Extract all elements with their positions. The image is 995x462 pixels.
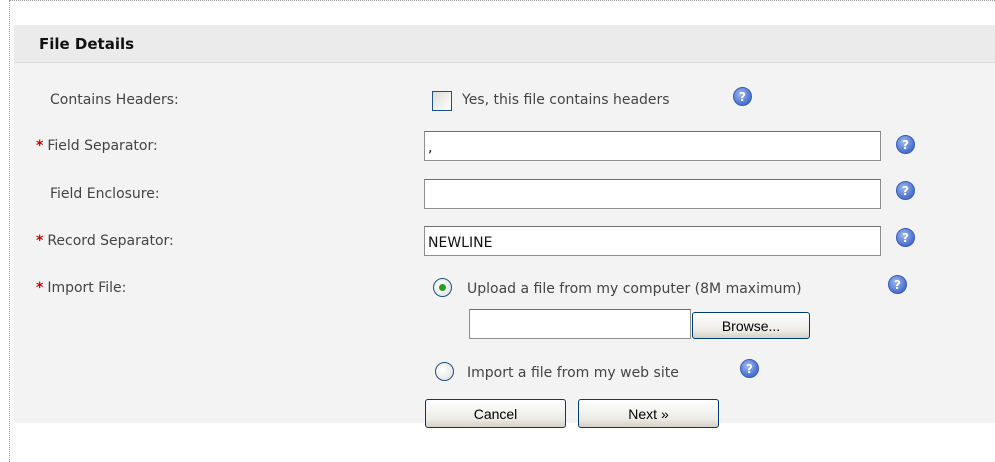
next-button[interactable]: Next » [578, 399, 719, 428]
field-enclosure-input[interactable] [424, 179, 881, 209]
help-icon[interactable]: ? [740, 359, 759, 378]
help-icon[interactable]: ? [896, 135, 915, 154]
browse-button[interactable]: Browse... [692, 312, 810, 339]
import-file-label-text: Import File: [47, 280, 127, 296]
import-file-label: * Import File: [36, 280, 126, 296]
file-path-input[interactable] [469, 309, 691, 339]
field-separator-label: * Field Separator: [36, 138, 158, 154]
import-from-website-radio[interactable] [435, 362, 454, 381]
cancel-button[interactable]: Cancel [425, 399, 566, 428]
field-separator-input[interactable] [424, 131, 881, 161]
help-icon[interactable]: ? [896, 228, 915, 247]
contains-headers-label: Contains Headers: [50, 92, 179, 108]
panel-header: File Details [14, 25, 995, 63]
help-icon[interactable]: ? [888, 275, 907, 294]
required-asterisk: * [36, 138, 44, 154]
record-separator-label: * Record Separator: [36, 233, 174, 249]
help-icon[interactable]: ? [733, 87, 752, 106]
file-details-panel: File Details [14, 25, 995, 423]
required-asterisk: * [36, 233, 44, 249]
upload-from-computer-radio[interactable] [433, 278, 452, 297]
field-enclosure-label: Field Enclosure: [50, 186, 160, 202]
section-title: File Details [39, 35, 135, 53]
contains-headers-checkbox-label[interactable]: Yes, this file contains headers [462, 92, 670, 108]
field-separator-label-text: Field Separator: [47, 138, 158, 154]
contains-headers-checkbox[interactable] [432, 91, 452, 111]
help-icon[interactable]: ? [896, 181, 915, 200]
record-separator-input[interactable] [424, 226, 881, 256]
import-from-website-label[interactable]: Import a file from my web site [467, 365, 679, 381]
required-asterisk: * [36, 280, 44, 296]
upload-from-computer-label[interactable]: Upload a file from my computer (8M maxim… [467, 281, 802, 297]
record-separator-label-text: Record Separator: [47, 233, 174, 249]
